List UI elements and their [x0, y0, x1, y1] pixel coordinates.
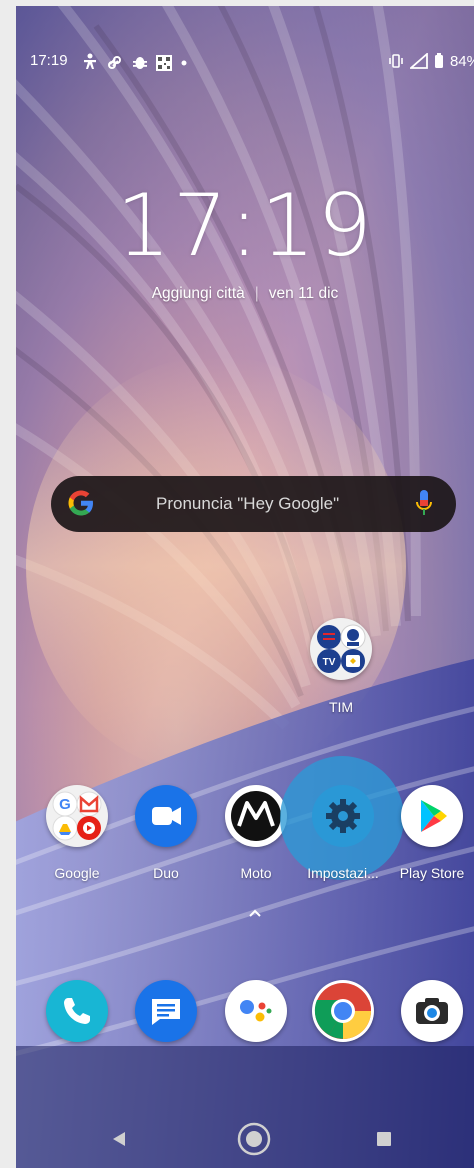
- vibrate-icon: [389, 54, 403, 68]
- search-hint-text[interactable]: Pronuncia "Hey Google": [156, 494, 406, 514]
- google-folder-icon: G: [52, 791, 102, 841]
- app-label-google: Google: [54, 865, 100, 881]
- gear-icon: [326, 799, 360, 833]
- date-line: Aggiungi città | ven 11 dic: [16, 285, 474, 303]
- chevron-up-icon[interactable]: [248, 908, 262, 918]
- accessibility-icon: [84, 53, 96, 69]
- home-button[interactable]: [236, 1121, 272, 1157]
- dot-icon: [181, 60, 187, 66]
- motorola-logo-icon: [231, 791, 281, 841]
- folder-tim-label: TIM: [328, 699, 354, 715]
- recents-button[interactable]: [376, 1131, 392, 1147]
- assistant-icon: [240, 1000, 272, 1022]
- link-icon: [108, 56, 121, 69]
- battery-percent: 84%: [449, 52, 474, 70]
- tim-folder-icon: TV: [317, 624, 366, 673]
- app-play-store[interactable]: [401, 785, 463, 847]
- phone-icon: [64, 998, 90, 1024]
- app-label-duo: Duo: [153, 865, 179, 881]
- notification-icons: [82, 52, 192, 72]
- play-store-icon: [421, 800, 447, 832]
- svg-text:G: G: [59, 796, 71, 813]
- app-moto[interactable]: [225, 785, 287, 847]
- chrome-icon: [314, 983, 372, 1039]
- clock-widget[interactable]: 17:19: [16, 176, 474, 276]
- dock-chrome[interactable]: [312, 980, 374, 1042]
- battery-icon: [434, 53, 443, 68]
- bug-icon: [133, 57, 147, 69]
- svg-text:TV: TV: [323, 657, 336, 668]
- qr-icon: [156, 55, 172, 71]
- app-label-play-store: Play Store: [399, 865, 465, 881]
- add-city-link[interactable]: Aggiungi città: [152, 285, 245, 302]
- status-time: 17:19: [30, 52, 68, 69]
- date-separator: |: [254, 285, 259, 302]
- dock-assistant[interactable]: [225, 980, 287, 1042]
- app-settings[interactable]: [312, 785, 374, 847]
- dock-messages[interactable]: [135, 980, 197, 1042]
- duo-camera-icon: [152, 807, 181, 825]
- messages-icon: [152, 999, 180, 1025]
- app-label-moto: Moto: [240, 865, 272, 881]
- navigation-bar: [16, 1106, 474, 1168]
- phone-screen: 17:19 84 17:19 Aggiungi città | ven 11 d…: [16, 6, 474, 1168]
- mic-icon[interactable]: [414, 488, 434, 520]
- date-text[interactable]: ven 11 dic: [269, 285, 339, 302]
- app-duo[interactable]: [135, 785, 197, 847]
- dock-camera[interactable]: [401, 980, 463, 1042]
- status-right: 84%: [388, 50, 474, 72]
- camera-icon: [416, 998, 448, 1024]
- signal-icon: [409, 53, 428, 69]
- folder-google[interactable]: G: [46, 785, 108, 847]
- google-g-icon[interactable]: [66, 488, 96, 518]
- folder-tim[interactable]: TV: [310, 618, 372, 680]
- back-button[interactable]: [111, 1130, 127, 1148]
- dock-phone[interactable]: [46, 980, 108, 1042]
- app-label-settings: Impostazi...: [307, 865, 379, 881]
